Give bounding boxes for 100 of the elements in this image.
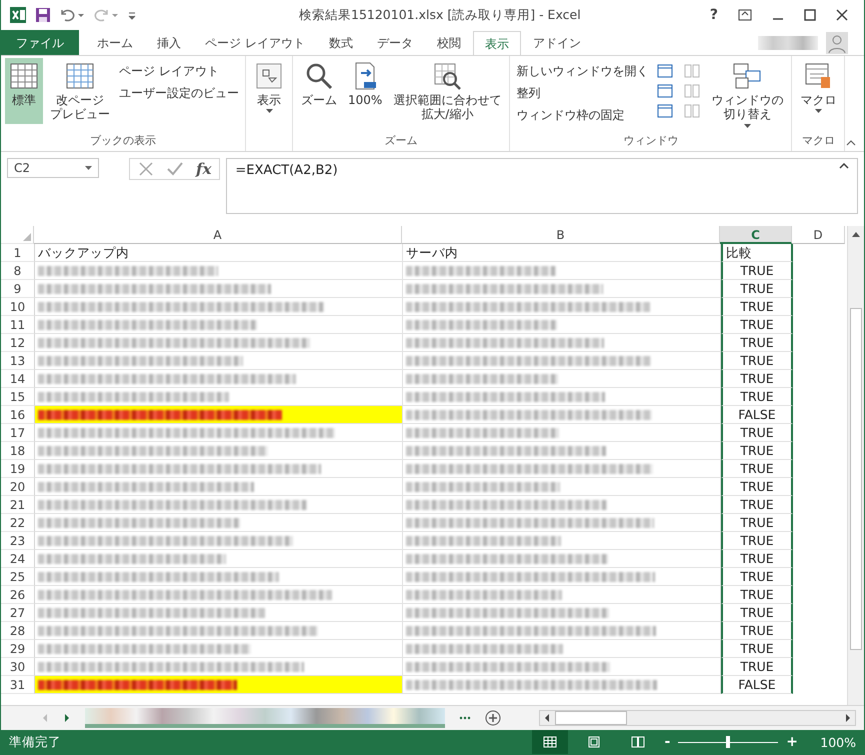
table-cell: TRUE	[721, 640, 793, 658]
scroll-left-icon[interactable]	[543, 713, 551, 723]
table-cell: FALSE	[721, 676, 793, 694]
ribbon-button[interactable]: ズーム	[297, 58, 341, 124]
zoom-out-button[interactable]: -	[664, 734, 670, 750]
table-cell: TRUE	[721, 514, 793, 532]
next-sheet-icon[interactable]	[63, 713, 71, 723]
collapse-icon[interactable]	[839, 163, 849, 169]
account-name-blurred	[758, 36, 818, 50]
row-number: 27	[1, 604, 35, 622]
insert-function-button[interactable]: fx	[196, 160, 212, 178]
name-box[interactable]: C2	[7, 158, 99, 178]
scroll-right-icon[interactable]	[844, 713, 852, 723]
status-text: 準備完了	[9, 734, 61, 750]
row-number: 8	[1, 262, 35, 280]
table-cell: TRUE	[721, 604, 793, 622]
ribbon-tab[interactable]: ページ レイアウト	[193, 30, 317, 55]
table-cell: TRUE	[721, 658, 793, 676]
user-avatar-icon[interactable]	[826, 32, 848, 54]
customize-icon[interactable]	[127, 10, 137, 20]
maximize-icon[interactable]	[804, 9, 816, 21]
group-label: ウィンドウ	[623, 134, 678, 147]
table-cell: TRUE	[721, 370, 793, 388]
window-layout-icon[interactable]	[657, 64, 674, 78]
help-button[interactable]: ?	[710, 7, 718, 23]
ribbon-tab[interactable]: 数式	[316, 30, 365, 55]
table-cell: TRUE	[721, 586, 793, 604]
ribbon-icon	[254, 61, 284, 91]
group-label: ズーム	[384, 134, 418, 147]
window-layout-icon[interactable]	[657, 104, 674, 118]
side-by-side-icon	[684, 84, 700, 98]
row-number: 12	[1, 334, 35, 352]
page-break-icon	[631, 736, 646, 748]
window-layout-icon[interactable]	[657, 84, 674, 98]
zoom-slider-thumb[interactable]	[726, 736, 730, 748]
row-number: 17	[1, 424, 35, 442]
save-icon[interactable]	[35, 7, 51, 23]
add-sheet-icon[interactable]	[485, 710, 501, 726]
table-cell: TRUE	[721, 622, 793, 640]
group-label: ブックの表示	[90, 134, 156, 147]
ribbon-display-icon[interactable]	[738, 9, 752, 21]
ribbon-button[interactable]: マクロ	[796, 58, 840, 124]
row-number: 16	[1, 406, 35, 424]
column-header[interactable]: A	[34, 226, 402, 244]
ribbon-tab[interactable]: データ	[364, 30, 425, 55]
ribbon-icon	[9, 61, 39, 91]
zoom-level[interactable]: 100%	[816, 734, 856, 750]
column-header[interactable]: D	[792, 226, 845, 244]
ribbon-button[interactable]: ウィンドウの 切り替え	[707, 58, 788, 131]
side-by-side-icon	[684, 64, 700, 78]
ribbon-button[interactable]: 100%	[344, 58, 386, 124]
side-by-side-icon	[684, 104, 700, 118]
row-number: 24	[1, 550, 35, 568]
formula-input[interactable]: =EXACT(A2,B2)	[226, 158, 858, 214]
collapse-ribbon-icon[interactable]	[846, 140, 856, 146]
table-cell: TRUE	[721, 316, 793, 334]
table-cell: TRUE	[721, 496, 793, 514]
row-number: 30	[1, 658, 35, 676]
table-cell: TRUE	[721, 568, 793, 586]
ribbon-tab[interactable]: 表示	[472, 31, 521, 56]
ribbon-tab[interactable]: 校閲	[424, 30, 473, 55]
ribbon-button[interactable]: 表示	[250, 58, 288, 124]
ribbon-icon	[65, 61, 95, 91]
ribbon-button[interactable]: 標準	[5, 58, 43, 124]
page-icon	[587, 736, 602, 748]
column-header[interactable]: B	[402, 226, 720, 244]
row-number: 9	[1, 280, 35, 298]
table-cell: TRUE	[721, 334, 793, 352]
ribbon-icon	[732, 61, 762, 91]
ribbon-small-button[interactable]: 整列	[514, 84, 650, 103]
close-icon[interactable]	[836, 9, 848, 21]
undo-icon[interactable]	[59, 8, 85, 22]
ribbon-tab[interactable]: ホーム	[85, 30, 145, 55]
zoom-in-button[interactable]: +	[786, 734, 798, 750]
normal-view-button[interactable]	[532, 730, 568, 754]
horizontal-scrollbar[interactable]	[539, 710, 856, 726]
table-cell: TRUE	[721, 532, 793, 550]
redo-icon[interactable]	[93, 8, 119, 22]
ribbon-button[interactable]: 選択範囲に合わせて 拡大/縮小	[389, 58, 506, 125]
ribbon-small-button[interactable]: 新しいウィンドウを開く	[514, 62, 650, 81]
row-number: 13	[1, 352, 35, 370]
ribbon-small-button[interactable]: ページ レイアウト	[117, 62, 241, 81]
ribbon-small-button[interactable]: ユーザー設定のビュー	[117, 84, 241, 103]
ribbon-tab[interactable]: アドイン	[520, 30, 593, 55]
ribbon-tab[interactable]: 挿入	[145, 30, 193, 55]
column-header[interactable]: C	[720, 226, 792, 244]
more-sheets-icon[interactable]	[459, 716, 471, 720]
excel-logo-icon	[9, 6, 27, 24]
grid-icon	[543, 736, 558, 748]
ribbon-button[interactable]: 改ページ プレビュー	[46, 58, 114, 125]
row-number: 26	[1, 586, 35, 604]
enter-check-icon[interactable]	[166, 161, 184, 177]
row-number: 18	[1, 442, 35, 460]
scroll-up-icon[interactable]	[851, 230, 861, 238]
file-tab[interactable]: ファイル	[1, 30, 79, 55]
row-number: 15	[1, 388, 35, 406]
window-title: 検索結果15120101.xlsx [読み取り専用] - Excel	[299, 6, 582, 24]
ribbon-small-button[interactable]: ウィンドウ枠の固定	[514, 106, 650, 125]
vertical-scrollbar[interactable]	[847, 226, 864, 705]
table-cell: FALSE	[721, 406, 793, 424]
